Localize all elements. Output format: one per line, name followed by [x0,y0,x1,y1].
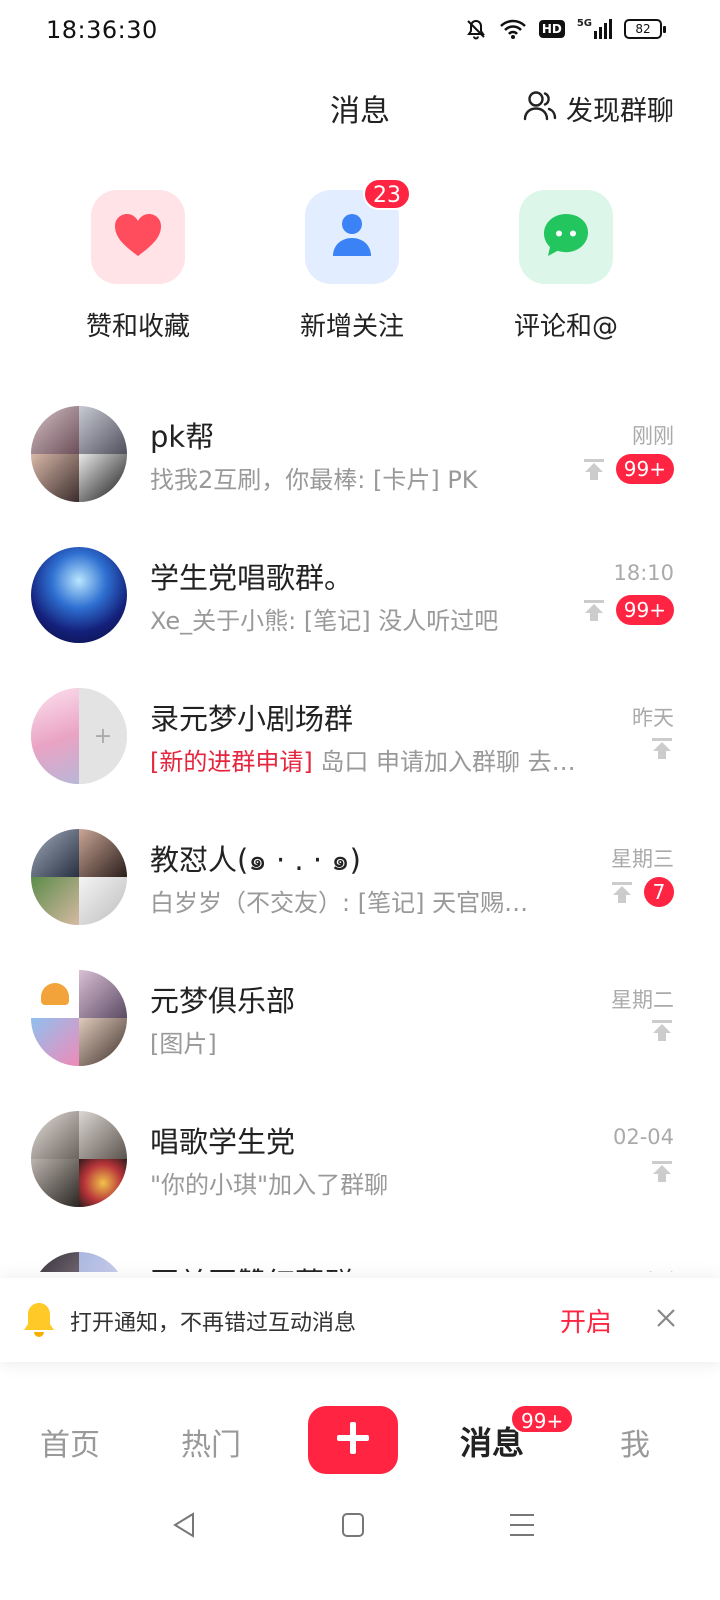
conversation-name: 学生党唱歌群。 [150,561,354,595]
enable-notification-button[interactable]: 开启 [560,1302,612,1339]
status-icons: HD 5G 82 [465,18,666,40]
conversation-time: 刚刚 [632,424,674,448]
conversation-preview: [新的进群申请] 岛口 申请加入群聊 去… [150,742,576,777]
conversation-name: 教怼人(๑ · . · ๑) [150,843,361,877]
shortcut-label: 赞和收藏 [85,312,190,342]
battery-icon: 82 [624,19,666,39]
conversation-item[interactable]: + 录元梦小剧场群 [新的进群申请] 岛口 申请加入群聊 去… 昨天 [0,664,720,805]
conversation-item[interactable]: 教怼人(๑ · . · ๑) 白岁岁（不交友）: [笔记] 天官赐… 星期三 7 [0,805,720,946]
new-followers-badge: 23 [363,178,411,210]
conversation-item[interactable]: 唱歌学生党 "你的小琪"加入了群聊 02-04 [0,1087,720,1228]
signal-icon: 5G [577,19,612,39]
plus-icon [335,1420,371,1460]
comments-tile [519,190,613,284]
unread-badge: 99+ [615,595,674,625]
conversation-item[interactable]: 学生党唱歌群。 Xe_关于小熊: [笔记] 没人听过吧 18:10 99+ [0,523,720,664]
pin-top-icon [652,1020,672,1041]
unread-badge: 7 [644,877,674,907]
hd-icon: HD [538,20,565,38]
conversation-meta [650,736,674,760]
conversation-meta [650,1018,674,1042]
conversation-preview: [图片] [150,1030,217,1058]
wifi-icon [499,18,527,40]
status-bar: 18:36:30 HD 5G 82 [0,0,720,62]
group-avatar [31,547,127,643]
shortcut-label: 评论和@ [513,312,618,342]
nav-hot[interactable]: 热门 [181,1420,241,1464]
notification-text: 打开通知，不再错过互动消息 [70,1311,357,1336]
pin-top-icon [652,1161,672,1182]
network-type: 5G [576,18,592,29]
group-avatar [31,970,127,1066]
conversation-name: 元梦俱乐部 [150,984,296,1018]
conversation-meta: 99+ [582,595,674,625]
conversation-time: 18:10 [613,561,674,585]
close-icon[interactable] [654,1306,678,1334]
group-avatar [31,1252,127,1272]
conversation-item[interactable]: 元梦俱乐部 [图片] 星期二 [0,946,720,1087]
nav-me[interactable]: 我 [620,1420,650,1464]
publish-button[interactable] [308,1406,398,1474]
conversation-time: 昨天 [632,706,674,730]
conversation-time: 02-04 [612,1125,674,1149]
likes-collects-shortcut[interactable]: 赞和收藏 [48,190,228,343]
pin-top-icon [583,600,604,621]
menu-icon[interactable] [509,1512,535,1542]
back-icon[interactable] [172,1512,196,1542]
discover-label: 发现群聊 [566,96,674,127]
pin-top-icon [652,738,672,759]
conversation-preview: 白岁岁（不交友）: [笔记] 天官赐… [150,889,529,917]
conversation-time: 星期二 [611,988,674,1012]
conversation-name: pk帮 [150,420,215,454]
shortcut-row: 赞和收藏 23 新增关注 评论和@ [0,178,720,350]
unread-badge: 99+ [615,454,674,484]
conversation-item[interactable]: 互关互赞红薯群 刚刚 [0,1228,720,1272]
conversation-meta [650,1159,674,1183]
conversation-preview: 找我2互刷，你最棒: [卡片] PK [150,466,478,494]
conversation-meta: 7 [610,877,674,907]
person-icon [332,212,372,262]
join-request-tag: [新的进群申请] [150,748,313,776]
status-time: 18:36:30 [46,16,158,44]
group-avatar [31,406,127,502]
conversation-name: 唱歌学生党 [150,1125,296,1159]
pin-top-icon [583,459,604,480]
add-icon: + [93,723,113,749]
heart-icon [113,212,163,262]
notification-banner: 打开通知，不再错过互动消息 开启 [0,1278,720,1362]
conversation-list: pk帮 找我2互刷，你最棒: [卡片] PK 刚刚 99+ 学生党唱歌群。 Xe… [0,382,720,1272]
group-avatar: + [31,688,127,784]
nav-home[interactable]: 首页 [40,1420,100,1464]
likes-tile [91,190,185,284]
messages-badge: 99+ [510,1404,575,1434]
preview-text: 岛口 申请加入群聊 去… [312,748,576,776]
group-avatar [31,1111,127,1207]
users-icon [522,88,558,129]
new-followers-shortcut[interactable]: 23 新增关注 [262,178,442,343]
comments-mentions-shortcut[interactable]: 评论和@ [476,190,656,343]
pin-top-icon [612,882,632,903]
conversation-time: 刚刚 [632,1266,674,1272]
followers-tile: 23 [305,178,411,284]
conversation-name: 录元梦小剧场群 [150,702,354,736]
conversation-preview: Xe_关于小熊: [笔记] 没人听过吧 [150,607,499,635]
conversation-preview: "你的小琪"加入了群聊 [150,1171,389,1199]
conversation-time: 星期三 [611,847,674,871]
discover-group-button[interactable]: 发现群聊 [522,88,674,129]
shortcut-label: 新增关注 [299,312,404,342]
system-nav [0,1500,720,1550]
mute-bell-icon [465,18,487,40]
conversation-item[interactable]: pk帮 找我2互刷，你最棒: [卡片] PK 刚刚 99+ [0,382,720,523]
conversation-name: 互关互赞红薯群 [150,1260,353,1272]
chat-bubble-icon [542,212,590,262]
home-square-icon[interactable] [341,1512,365,1542]
conversation-meta: 99+ [582,454,674,484]
bottom-nav: 首页 热门 消息 99+ 我 [0,1390,720,1490]
bell-icon [22,1300,56,1344]
header: 消息 发现群聊 [0,70,720,140]
group-avatar [31,829,127,925]
